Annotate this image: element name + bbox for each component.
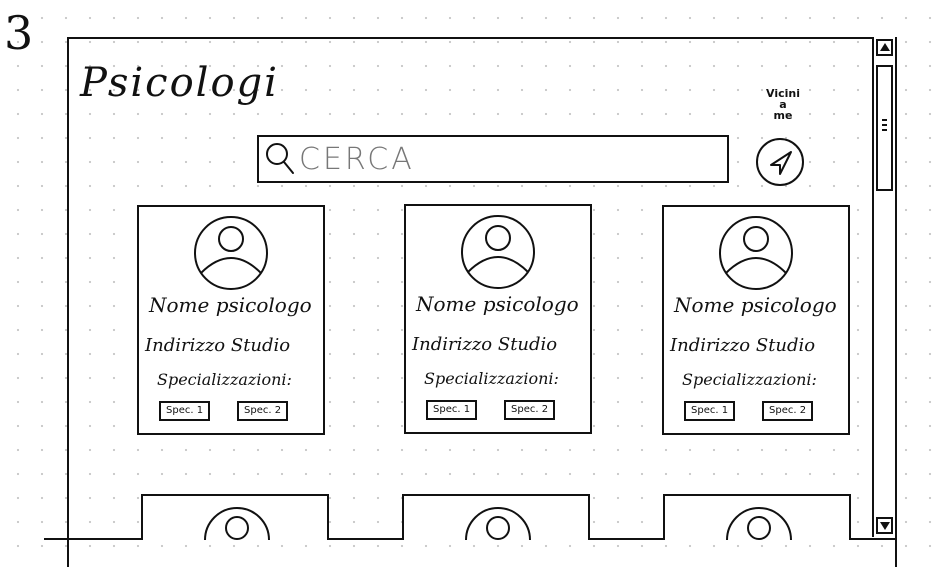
studio-address: Indirizzo Studio [145,335,291,356]
user-avatar-icon [194,216,268,290]
arrow-down-icon[interactable] [876,517,893,534]
user-avatar-icon [719,216,793,290]
psychologist-card[interactable]: Nome psicologo Indirizzo Studio Speciali… [662,205,850,435]
psychologist-card-partial[interactable] [663,494,851,540]
psychologist-card[interactable]: Nome psicologo Indirizzo Studio Speciali… [404,204,592,434]
psychologist-name: Nome psicologo [149,293,312,317]
specialization-tag[interactable]: Spec. 2 [504,400,556,420]
specialization-tag[interactable]: Spec. 2 [237,401,289,421]
psychologist-card[interactable]: Nome psicologo Indirizzo Studio Speciali… [137,205,325,435]
psychologist-name: Nome psicologo [674,293,837,317]
step-number: 3 [4,6,34,60]
search-icon [266,143,294,174]
near-me-label: Vicini a me [748,88,818,121]
psychologist-name: Nome psicologo [416,292,579,316]
user-avatar-icon [465,507,531,540]
specializations-label: Specializzazioni: [424,369,559,388]
scrollbar-thumb[interactable] [876,65,893,191]
specialization-tag[interactable]: Spec. 2 [762,401,814,421]
navigation-arrow-icon [770,151,792,175]
user-avatar-icon [204,507,270,540]
page-title: Psicologi [80,60,279,106]
psychologist-card-partial[interactable] [402,494,590,540]
studio-address: Indirizzo Studio [412,334,558,355]
psychologist-card-partial[interactable] [141,494,329,540]
near-me-label-line-3: me [773,109,793,122]
studio-address: Indirizzo Studio [670,335,816,356]
search-placeholder: CERCA [299,141,415,177]
specialization-tag[interactable]: Spec. 1 [426,400,478,420]
vertical-scrollbar[interactable] [872,37,895,537]
specialization-tag[interactable]: Spec. 1 [684,401,736,421]
arrow-up-icon[interactable] [876,39,893,56]
specialization-tag[interactable]: Spec. 1 [159,401,211,421]
near-me-button[interactable] [756,138,804,186]
user-avatar-icon [461,215,535,289]
specializations-label: Specializzazioni: [682,370,817,389]
specializations-label: Specializzazioni: [157,370,292,389]
search-input[interactable]: CERCA [257,135,729,183]
user-avatar-icon [726,507,792,540]
